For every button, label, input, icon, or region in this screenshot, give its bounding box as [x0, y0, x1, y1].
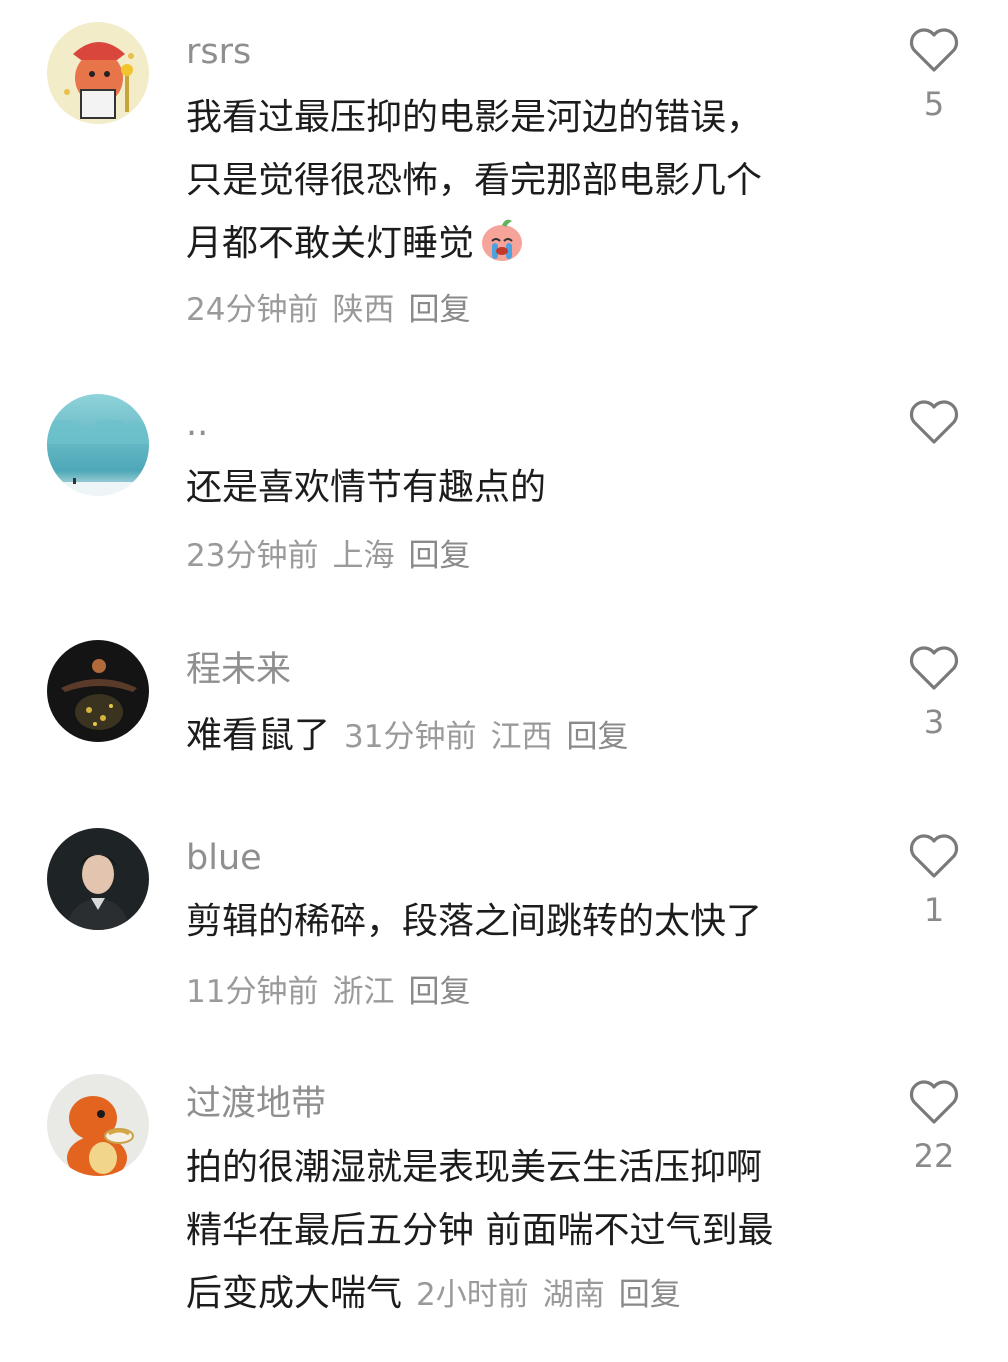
- comment-time: 24分钟前: [186, 292, 319, 328]
- comment-text-line: 只是觉得很恐怖，看完那部电影几个: [186, 160, 763, 201]
- comment-time: 11分钟前: [186, 974, 319, 1010]
- comment-text-line: 后变成大喘气 2小时前 湖南 回复: [186, 1262, 886, 1327]
- heart-outline-icon: [909, 834, 959, 878]
- comment-time: 2小时前: [416, 1277, 529, 1313]
- like-count: 22: [913, 1137, 955, 1175]
- comment-text: 我看过最压抑的电影是河边的错误， 只是觉得很恐怖，看完那部电影几个 月都不敢关灯…: [186, 86, 856, 275]
- comment-text: 难看鼠了 31分钟前 江西 回复: [186, 704, 886, 769]
- user-avatar[interactable]: [47, 394, 149, 496]
- comment-text-line: 精华在最后五分钟 前面喘不过气到最: [186, 1210, 774, 1251]
- comment-meta: 31分钟前 江西 回复: [344, 719, 628, 755]
- user-avatar[interactable]: [47, 828, 149, 930]
- blue-glacier-avatar-icon: [47, 394, 149, 496]
- comment-time: 31分钟前: [344, 719, 477, 755]
- user-avatar[interactable]: [47, 1074, 149, 1176]
- like-button[interactable]: 5: [904, 26, 964, 124]
- orange-creature-avatar-icon: [47, 1074, 149, 1176]
- comment-text-line: 剪辑的稀碎，段落之间跳转的太快了: [186, 901, 763, 942]
- username[interactable]: blue: [186, 838, 262, 878]
- like-button[interactable]: 1: [904, 832, 964, 930]
- reply-button[interactable]: 回复: [619, 1277, 681, 1313]
- username[interactable]: ..: [186, 404, 208, 444]
- like-count: 5: [923, 85, 945, 123]
- like-count: 1: [923, 891, 945, 929]
- reply-button[interactable]: 回复: [408, 974, 470, 1010]
- comment-text-line: 我看过最压抑的电影是河边的错误，: [186, 97, 763, 138]
- comment-text-line: 拍的很潮湿就是表现美云生活压抑啊: [186, 1147, 763, 1188]
- comment-text: 拍的很潮湿就是表现美云生活压抑啊 精华在最后五分钟 前面喘不过气到最 后变成大喘…: [186, 1136, 886, 1327]
- comment-text-segment: 后变成大喘气: [186, 1273, 403, 1314]
- comment-text: 剪辑的稀碎，段落之间跳转的太快了: [186, 890, 856, 953]
- like-count: 3: [923, 703, 945, 741]
- comment-text-segment: 月都不敢关灯睡觉: [186, 223, 475, 264]
- comment-meta: 2小时前 湖南 回复: [416, 1277, 681, 1313]
- portrait-man-avatar-icon: [47, 828, 149, 930]
- comment-location: 江西: [490, 719, 553, 755]
- cartoon-dinosaur-avatar-icon: [47, 22, 149, 124]
- heart-outline-icon: [909, 400, 959, 444]
- comment-location: 上海: [332, 538, 395, 574]
- username[interactable]: 程未来: [186, 650, 291, 690]
- like-button[interactable]: [904, 398, 964, 456]
- comment-meta: 24分钟前 陕西 回复: [186, 290, 470, 330]
- username[interactable]: 过渡地带: [186, 1084, 326, 1124]
- comment-text-line: 难看鼠了: [186, 715, 331, 756]
- user-avatar[interactable]: [47, 22, 149, 124]
- reply-button[interactable]: 回复: [566, 719, 628, 755]
- comment-text: 还是喜欢情节有趣点的: [186, 456, 856, 519]
- comment-text-line: 月都不敢关灯睡觉: [186, 212, 856, 275]
- heart-outline-icon: [909, 28, 959, 72]
- username[interactable]: rsrs: [186, 32, 251, 72]
- comment-time: 23分钟前: [186, 538, 319, 574]
- crying-face-emoji-icon: [482, 219, 523, 261]
- comment-meta: 23分钟前 上海 回复: [186, 536, 470, 576]
- heart-outline-icon: [909, 1080, 959, 1124]
- like-button[interactable]: 3: [904, 644, 964, 742]
- dark-figure-avatar-icon: [47, 640, 149, 742]
- reply-button[interactable]: 回复: [408, 292, 470, 328]
- comment-meta: 11分钟前 浙江 回复: [186, 972, 470, 1012]
- like-button[interactable]: 22: [904, 1078, 964, 1176]
- heart-outline-icon: [909, 646, 959, 690]
- user-avatar[interactable]: [47, 640, 149, 742]
- comment-location: 湖南: [542, 1277, 605, 1313]
- reply-button[interactable]: 回复: [408, 538, 470, 574]
- comment-text-line: 还是喜欢情节有趣点的: [186, 467, 547, 508]
- comment-location: 陕西: [332, 292, 395, 328]
- comment-location: 浙江: [332, 974, 395, 1010]
